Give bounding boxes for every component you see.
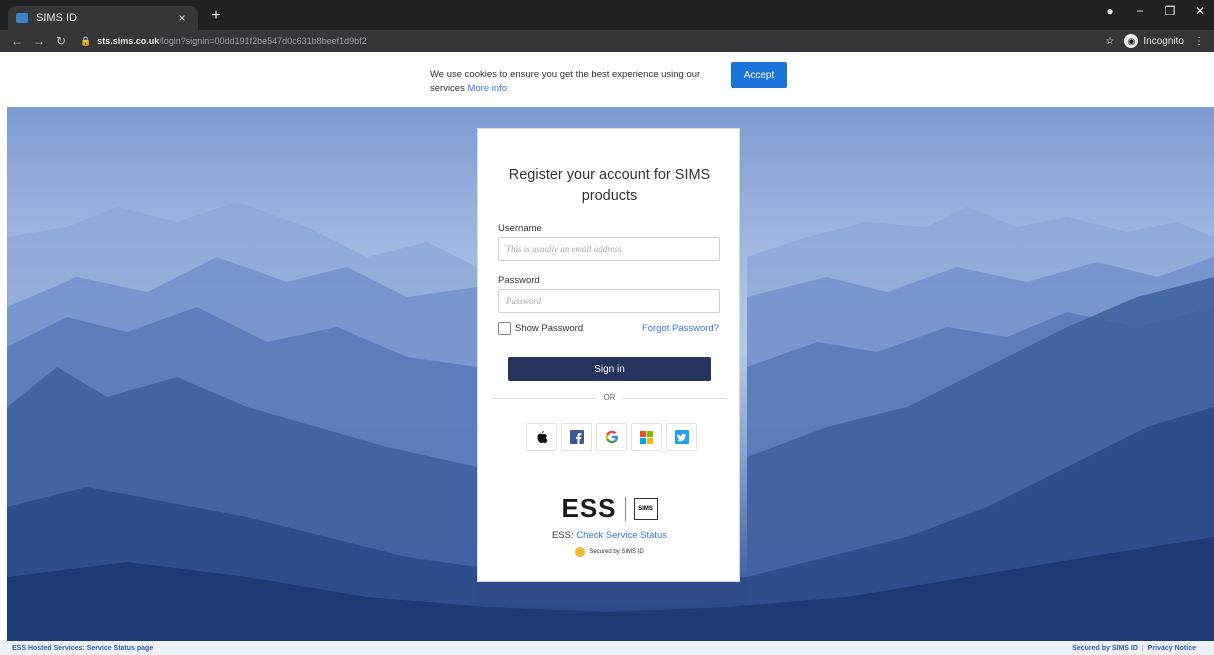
incognito-label: Incognito bbox=[1143, 35, 1184, 47]
extension-icon[interactable]: ● bbox=[1102, 4, 1118, 18]
secured-by-badge: Secured by SIMS ID bbox=[478, 547, 741, 557]
cookie-banner: We use cookies to ensure you get the bes… bbox=[0, 52, 1214, 107]
tab-strip: SIMS ID × + ● − ❐ ✕ bbox=[0, 0, 1214, 30]
toolbar-right: ☆ ◉ Incognito ⋮ bbox=[1105, 30, 1204, 52]
username-label: Username bbox=[498, 223, 542, 234]
incognito-icon: ◉ bbox=[1124, 34, 1139, 48]
logo-divider bbox=[624, 496, 626, 521]
show-password-checkbox[interactable] bbox=[498, 322, 511, 335]
restore-button[interactable]: ❐ bbox=[1162, 4, 1178, 18]
ess-logo-text: ESS bbox=[561, 493, 617, 523]
favicon-icon bbox=[16, 13, 28, 23]
sign-in-button[interactable]: Sign in bbox=[508, 357, 711, 381]
or-divider-right bbox=[623, 398, 727, 399]
password-input[interactable] bbox=[498, 289, 720, 313]
secured-by-sims-id-link[interactable]: Secured by SIMS ID bbox=[1072, 645, 1138, 652]
back-icon[interactable]: ← bbox=[8, 34, 26, 48]
reload-icon[interactable]: ↻ bbox=[52, 34, 70, 48]
microsoft-login-button[interactable] bbox=[631, 423, 662, 451]
window-controls: ● − ❐ ✕ bbox=[1102, 4, 1208, 18]
padlock-icon bbox=[575, 547, 586, 557]
apple-icon bbox=[536, 431, 547, 443]
incognito-badge[interactable]: ◉ Incognito bbox=[1124, 34, 1184, 48]
microsoft-icon bbox=[640, 430, 653, 444]
show-password-label: Show Password bbox=[515, 323, 584, 334]
password-label: Password bbox=[498, 275, 540, 286]
twitter-login-button[interactable] bbox=[666, 423, 697, 451]
browser-toolbar: ← → ↻ 🔒 sts.sims.co.uk /login?signin=00d… bbox=[0, 30, 1214, 52]
page-title: Register your account for SIMS products bbox=[508, 167, 711, 204]
minimize-button[interactable]: − bbox=[1132, 4, 1148, 18]
address-bar[interactable]: 🔒 sts.sims.co.uk /login?signin=00dd191f2… bbox=[80, 32, 1140, 50]
cookie-text: We use cookies to ensure you get the bes… bbox=[430, 68, 720, 96]
tab-title: SIMS ID bbox=[36, 12, 77, 24]
sims-logo: SIMS bbox=[633, 497, 658, 520]
menu-kebab-icon[interactable]: ⋮ bbox=[1194, 36, 1204, 47]
facebook-icon bbox=[569, 430, 584, 444]
service-status-page-link[interactable]: ESS Hosted Services: Service Status page bbox=[12, 645, 153, 652]
google-login-button[interactable] bbox=[596, 423, 627, 451]
apple-login-button[interactable] bbox=[526, 423, 557, 451]
bookmark-star-icon[interactable]: ☆ bbox=[1105, 36, 1114, 47]
browser-chrome: SIMS ID × + ● − ❐ ✕ ← → ↻ 🔒 sts.sims.co.… bbox=[0, 0, 1214, 52]
facebook-login-button[interactable] bbox=[561, 423, 592, 451]
footer-separator: | bbox=[1141, 645, 1144, 652]
ess-sims-logo: ESS SIMS bbox=[478, 493, 741, 524]
username-input[interactable] bbox=[498, 237, 720, 261]
close-window-button[interactable]: ✕ bbox=[1192, 4, 1208, 18]
browser-tab[interactable]: SIMS ID × bbox=[8, 6, 198, 30]
social-login-row bbox=[526, 423, 697, 451]
accept-cookies-button[interactable]: Accept bbox=[731, 62, 787, 88]
tab-close-button[interactable]: × bbox=[174, 11, 190, 25]
new-tab-button[interactable]: + bbox=[206, 6, 226, 26]
lock-icon: 🔒 bbox=[80, 35, 92, 46]
login-card: Register your account for SIMS products … bbox=[477, 128, 740, 582]
secured-text: Secured by SIMS ID bbox=[589, 549, 644, 555]
page-footer: ESS Hosted Services: Service Status page… bbox=[0, 641, 1214, 655]
url-host: sts.sims.co.uk bbox=[97, 36, 160, 46]
google-icon bbox=[605, 430, 618, 444]
check-service-status-link[interactable]: Check Service Status bbox=[576, 530, 667, 541]
status-prefix: ESS: bbox=[551, 530, 574, 541]
twitter-icon bbox=[674, 430, 689, 444]
privacy-notice-link[interactable]: Privacy Notice bbox=[1148, 645, 1196, 652]
more-info-link[interactable]: More info bbox=[467, 83, 507, 94]
service-status-line: ESS: Check Service Status bbox=[478, 530, 741, 541]
show-password-row[interactable]: Show Password bbox=[498, 322, 583, 335]
url-path: /login?signin=00dd191f2be547d0c631b8beef… bbox=[159, 36, 367, 46]
footer-links: Secured by SIMS ID | Privacy Notice bbox=[1072, 645, 1196, 652]
forward-icon[interactable]: → bbox=[30, 34, 48, 48]
forgot-password-link[interactable]: Forgot Password? bbox=[642, 323, 719, 334]
